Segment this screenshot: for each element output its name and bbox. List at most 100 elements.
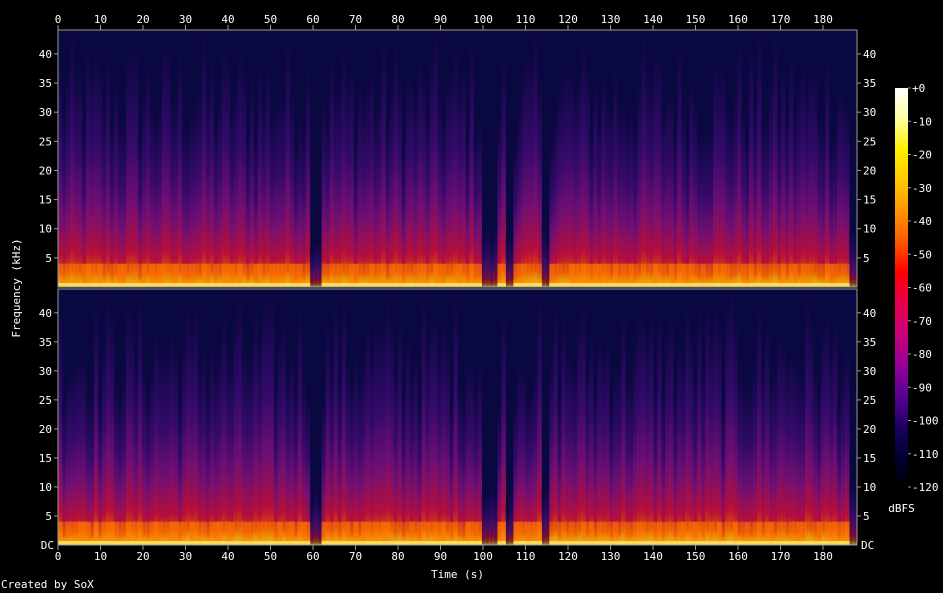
x-tick-label-top: 160 [728,13,748,26]
dc-band [89,283,95,287]
dc-band [845,283,850,287]
dc-band [73,283,79,287]
spectrogram-column [649,307,654,545]
dc-band [629,541,634,545]
spectrogram-column [573,368,578,545]
dc-band [833,541,838,545]
spectrogram-column [633,338,638,545]
spectrogram-column [477,361,482,545]
spectrogram-column [81,125,87,288]
spectrogram-column [517,362,522,545]
dc-band [561,283,566,287]
dc-band [145,283,151,287]
x-tick-label-top: 170 [771,13,791,26]
spectrogram-column [701,371,706,545]
dc-band [689,283,694,287]
dc-band [417,283,423,287]
dc-band [513,283,518,287]
dc-band [765,541,770,545]
spectrogram-column [825,56,830,287]
spectrogram-column [489,486,494,545]
spectrogram-column [321,97,327,287]
spectrogram-column [665,327,670,545]
y-tick-label-right: 5 [863,252,870,265]
spectrogram-column [201,349,207,545]
spectrogram-column [337,379,343,545]
spectrogram-column [725,104,730,287]
dc-band [745,541,750,545]
colorbar-tick-label: -30 [912,182,932,195]
spectrogram-column [701,130,706,287]
dc-band [373,283,379,287]
spectrogram-column [741,385,746,545]
dc-band [58,541,63,545]
dc-band [185,283,191,287]
dc-band [369,283,375,287]
dc-band [713,283,718,287]
dc-band [625,283,630,287]
dc-band [685,541,690,545]
spectrogram-column [609,108,614,287]
y-tick-label-right: 10 [863,223,876,236]
spectrogram-column [437,88,443,288]
dc-band [781,283,786,287]
dc-band [761,283,766,287]
spectrogram-column [709,131,714,287]
dc-band [293,541,299,545]
spectrogram-column [733,91,738,288]
dc-band [581,541,586,545]
spectrogram-column [389,85,395,287]
spectrogram-column [69,368,75,545]
spectrogram-column [481,236,486,287]
spectrogram-column [577,69,582,287]
dc-band [741,541,746,545]
x-tick-label-bottom: 160 [728,550,748,563]
dc-band [465,541,470,545]
dc-band [473,283,478,287]
x-tick-label-top: 20 [136,13,149,26]
dc-band [769,541,774,545]
dc-band [141,283,147,287]
spectrogram-column [233,309,239,545]
spectrogram-column [293,388,299,545]
spectrogram-column [77,355,83,545]
dc-band [301,283,307,287]
spectrogram-column [185,127,191,287]
dc-band [613,541,618,545]
dc-band [805,541,810,545]
dc-band [437,283,443,287]
dc-band [721,541,726,545]
spectrogram-column [237,293,243,545]
dc-band [773,541,778,545]
spectrogram-column [221,44,227,287]
dc-band [273,283,279,287]
spectrogram-column [753,104,758,287]
spectrogram-column [381,35,387,287]
dc-band [209,541,215,545]
spectrogram-column [469,359,474,545]
spectrogram-column [453,295,458,545]
spectrogram-column [809,65,814,288]
spectrogram-column [397,75,403,288]
dc-band [121,283,127,287]
dc-band [209,283,215,287]
spectrogram-column [745,386,750,545]
spectrogram-column [309,502,315,545]
dc-band [261,541,267,545]
x-tick-label-bottom: 90 [434,550,447,563]
dc-band [477,283,482,287]
spectrogram-column [461,65,466,287]
dc-band [573,283,578,287]
spectrogram-column [805,84,810,287]
dc-band [521,283,526,287]
spectrogram-column [189,108,195,287]
dc-band [421,541,427,545]
dc-band [649,541,654,545]
spectrogram-column [729,120,734,287]
dc-band [769,283,774,287]
spectrogram-column [209,341,215,545]
x-tick-label-top: 100 [473,13,493,26]
spectrogram-column [549,356,554,545]
spectrogram-column [213,367,219,545]
dc-band [837,283,842,287]
